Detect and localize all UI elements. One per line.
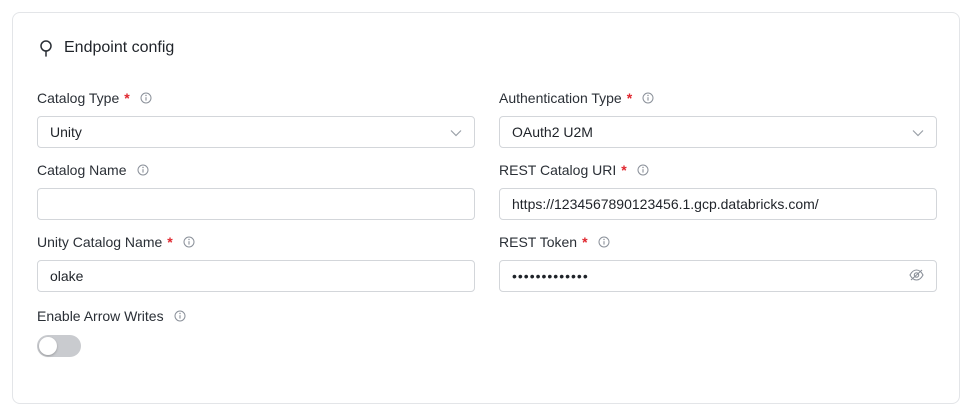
required-marker: * [124, 90, 130, 106]
location-pin-icon [38, 39, 54, 57]
chevron-down-icon [912, 124, 924, 140]
rest-token-input[interactable]: ••••••••••••• [499, 260, 937, 292]
catalog-type-label: Catalog Type * [37, 89, 152, 107]
catalog-type-value: Unity [50, 124, 82, 140]
info-icon[interactable] [174, 310, 186, 322]
required-marker: * [582, 234, 588, 250]
rest-catalog-uri-label-text: REST Catalog URI [499, 162, 617, 178]
catalog-type-select[interactable]: Unity [37, 116, 475, 148]
catalog-name-input[interactable] [37, 188, 475, 220]
authentication-type-select[interactable]: OAuth2 U2M [499, 116, 937, 148]
required-marker: * [626, 90, 633, 106]
toggle-knob [39, 337, 57, 355]
info-icon[interactable] [637, 164, 649, 176]
enable-arrow-writes-label-text: Enable Arrow Writes [37, 308, 164, 324]
authentication-type-label-text: Authentication Type [499, 90, 622, 106]
unity-catalog-name-label: Unity Catalog Name * [37, 233, 195, 251]
section-title: Endpoint config [64, 39, 175, 56]
rest-catalog-uri-input[interactable]: https://1234567890123456.1.gcp.databrick… [499, 188, 937, 220]
rest-token-label-text: REST Token [499, 234, 578, 250]
enable-arrow-writes-toggle[interactable] [37, 335, 81, 357]
info-icon[interactable] [642, 92, 654, 104]
authentication-type-label: Authentication Type * [499, 89, 654, 107]
rest-token-label: REST Token * [499, 233, 610, 251]
info-icon[interactable] [137, 164, 149, 176]
chevron-down-icon [450, 124, 462, 140]
unity-catalog-name-label-text: Unity Catalog Name [37, 234, 163, 250]
catalog-name-field[interactable] [50, 196, 462, 212]
section-header: Endpoint config [38, 36, 174, 60]
rest-catalog-uri-value: https://1234567890123456.1.gcp.databrick… [512, 196, 819, 212]
catalog-name-label: Catalog Name [37, 161, 149, 179]
info-icon[interactable] [183, 236, 195, 248]
catalog-name-label-text: Catalog Name [37, 162, 127, 178]
info-icon[interactable] [140, 92, 152, 104]
required-marker: * [167, 234, 173, 250]
authentication-type-value: OAuth2 U2M [512, 124, 593, 140]
rest-catalog-uri-label: REST Catalog URI * [499, 161, 649, 179]
required-marker: * [621, 162, 627, 178]
eye-slash-icon[interactable] [909, 268, 924, 284]
catalog-type-label-text: Catalog Type [37, 90, 120, 106]
enable-arrow-writes-label: Enable Arrow Writes [37, 307, 186, 325]
unity-catalog-name-input[interactable]: olake [37, 260, 475, 292]
unity-catalog-name-value: olake [50, 268, 84, 284]
rest-token-masked-value: ••••••••••••• [512, 268, 589, 284]
info-icon[interactable] [598, 236, 610, 248]
